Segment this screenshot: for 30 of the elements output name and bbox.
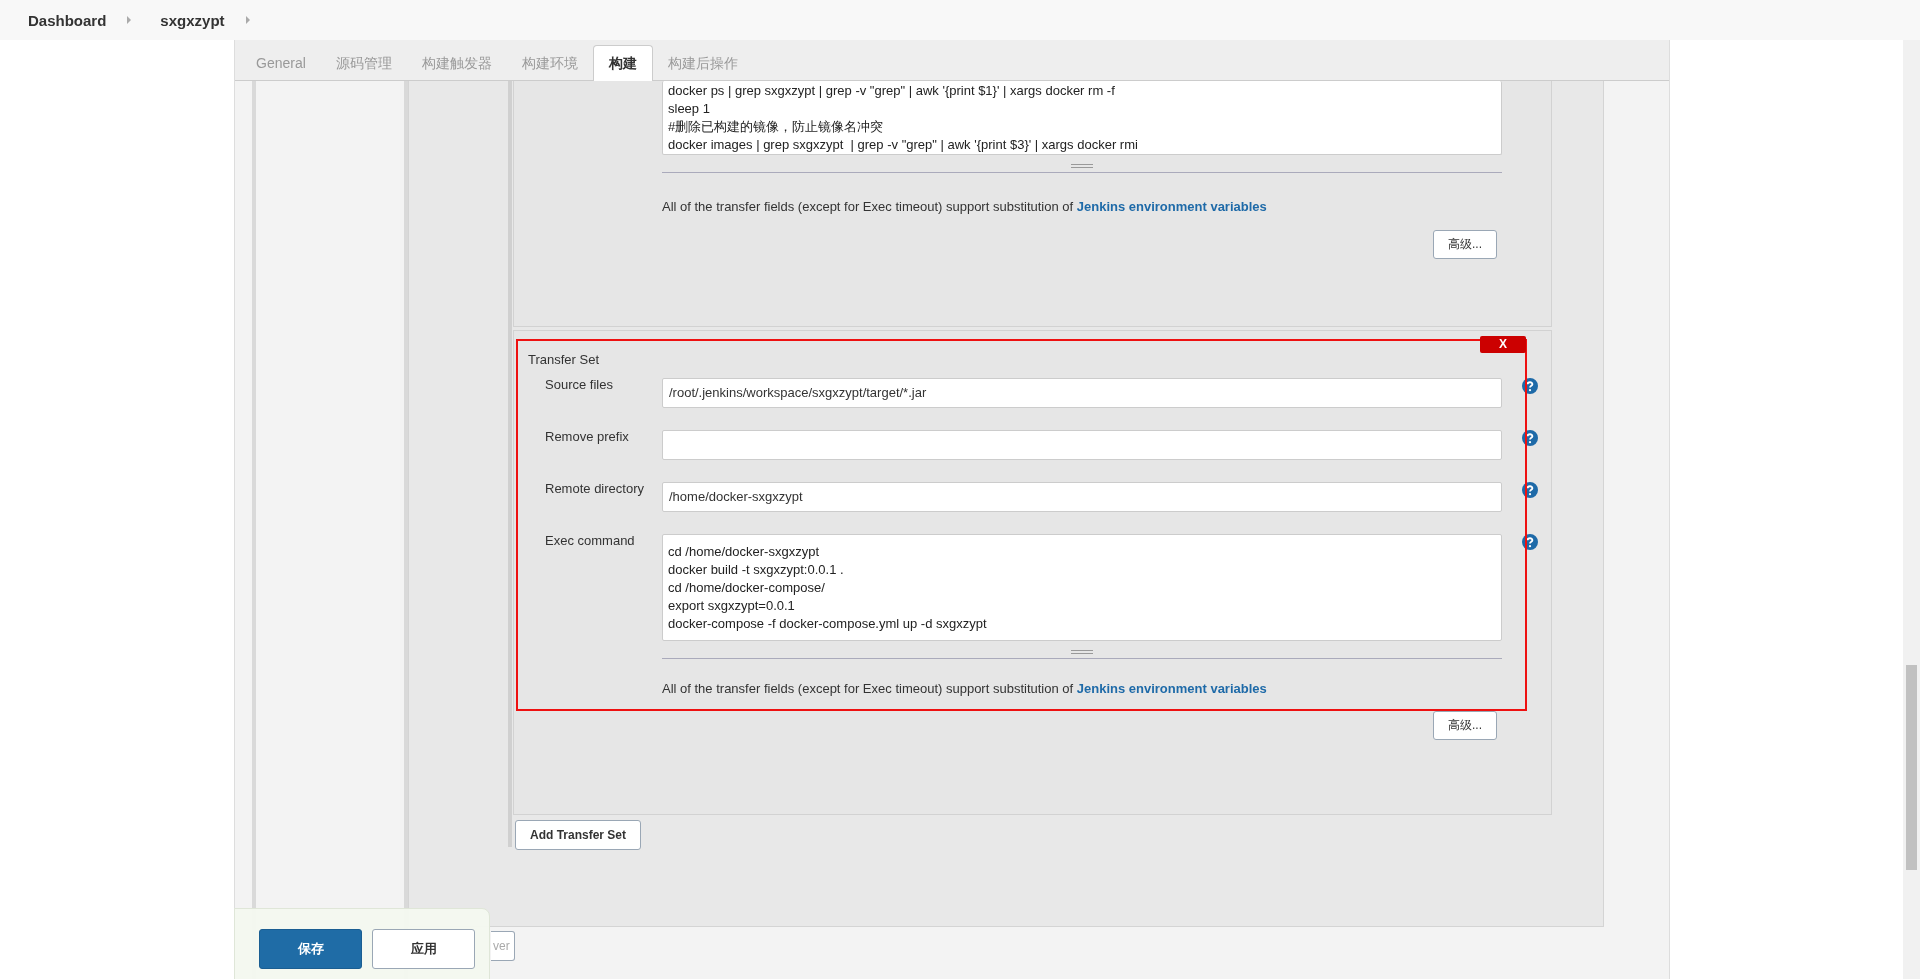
caret-icon[interactable]	[126, 16, 133, 24]
delete-button[interactable]: X	[1480, 336, 1526, 353]
field-label: Exec command	[545, 532, 636, 550]
env-variables-link[interactable]: Jenkins environment variables	[1076, 199, 1267, 214]
text-field[interactable]	[662, 430, 1502, 460]
apply-button[interactable]: 应用	[372, 929, 475, 969]
help-note: All of the transfer fields (except for Exec timeout) support substitution of Jenkins environment variables	[662, 199, 1268, 214]
help-icon[interactable]	[1522, 430, 1538, 446]
save-button[interactable]: 保存	[259, 929, 362, 969]
scrollbar[interactable]	[1903, 40, 1920, 979]
help-icon[interactable]	[1522, 534, 1538, 550]
advanced-button[interactable]: 高级...	[1433, 230, 1497, 259]
add-transfer-set-button[interactable]: Add Transfer Set	[515, 820, 642, 850]
exec-command-field[interactable]: docker ps | grep sxgxzypt | grep -v "grep" | awk '{print $1}' | xargs docker rm -f sleep 1 #删除已构建的镜像，防止镜像名冲突 docker images | grep sxgxzypt | grep -v "grep" | awk '{print $3}' | xargs docker rmi	[662, 81, 1502, 155]
section-title: Transfer Set	[528, 351, 601, 369]
field-label: Remove prefix	[545, 428, 630, 446]
field-label: Source files	[545, 376, 614, 394]
help-note: All of the transfer fields (except for Exec timeout) support substitution of Jenkins environment variables	[662, 681, 1268, 696]
section-tab[interactable]: 构建	[592, 45, 653, 81]
text-field[interactable]: /home/docker-sxgxzypt	[662, 482, 1502, 512]
help-icon[interactable]	[1522, 482, 1538, 498]
text-field[interactable]: /root/.jenkins/workspace/sxgxzypt/target/*.jar	[662, 378, 1502, 408]
field-label: Remote directory	[545, 480, 645, 498]
exec-command-field[interactable]: cd /home/docker-sxgxzypt docker build -t sxgxzypt:0.0.1 . cd /home/docker-compose/ export sxgxzypt=0.0.1 docker-compose -f docker-compose.yml up -d sxgxzypt	[662, 534, 1502, 641]
help-icon[interactable]	[1522, 378, 1538, 394]
caret-icon[interactable]	[244, 16, 251, 24]
env-variables-link[interactable]: Jenkins environment variables	[1076, 681, 1267, 696]
advanced-button[interactable]: 高级...	[1433, 711, 1497, 740]
breadcrumb-link[interactable]: Dashboard	[28, 11, 107, 29]
breadcrumb-link[interactable]: sxgxzypt	[160, 11, 225, 29]
